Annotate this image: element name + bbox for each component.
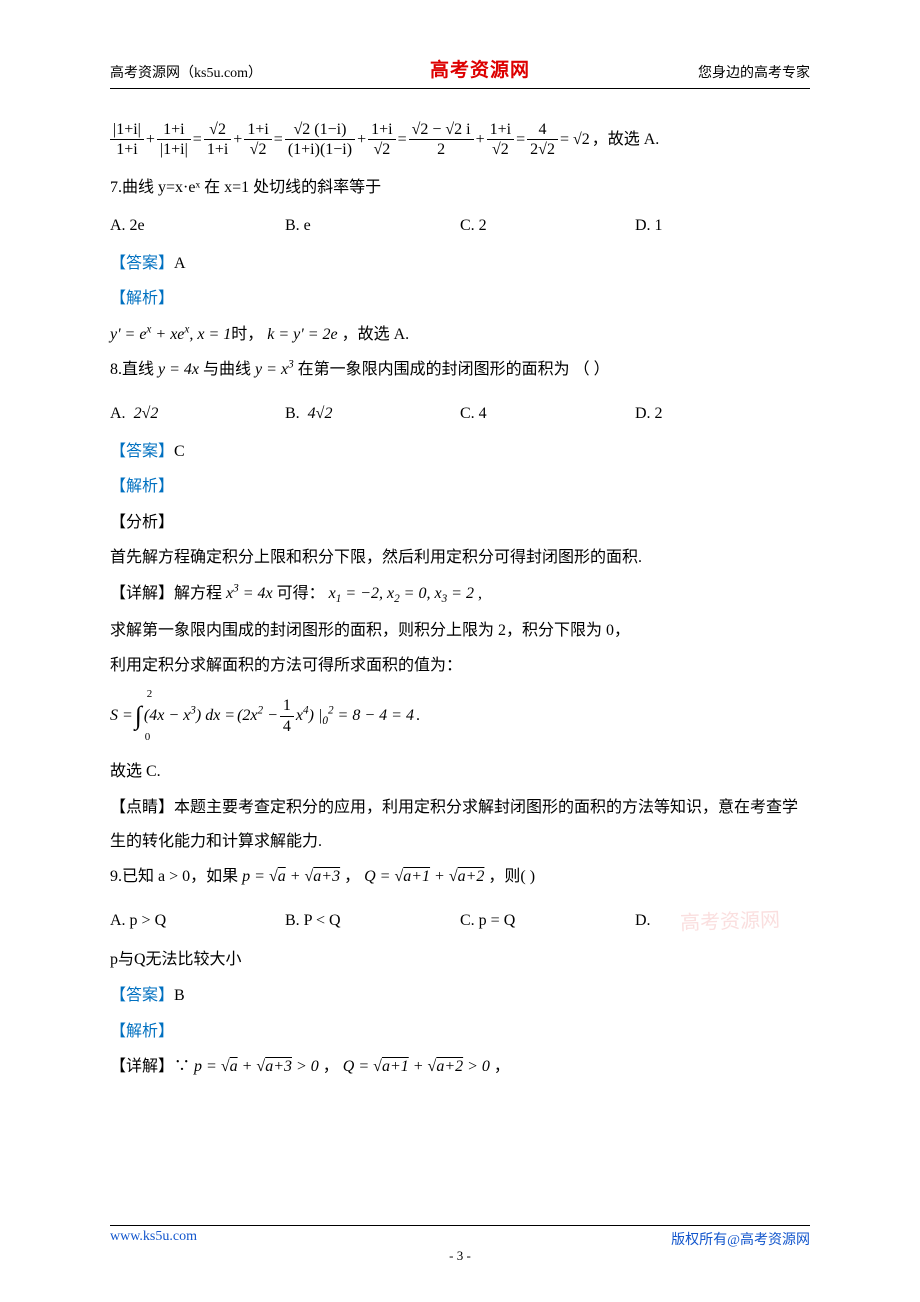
q9-option-d: D.: [635, 904, 810, 938]
q8-conclude: 故选 C.: [110, 755, 810, 789]
q9-stem-mid: ，: [344, 868, 364, 885]
q8-fx-text: 首先解方程确定积分上限和积分下限，然后利用定积分可得封闭图形的面积.: [110, 541, 810, 575]
analysis-label: 【解析】: [110, 478, 174, 495]
q8-d1-mid: 可得：: [273, 585, 329, 602]
q8-d1-post: ,: [474, 585, 482, 602]
q8-option-a: A. 2√2: [110, 397, 285, 431]
q8-ds: 【点睛】本题主要考查定积分的应用，利用定积分求解封闭图形的面积的方法等知识，意在…: [110, 791, 810, 858]
analysis-label: 【解析】: [110, 1023, 174, 1040]
q9-d-post: ，: [490, 1058, 510, 1075]
q7-work: y' = ex + xex, x = 1时， k = y' = 2e ，故选 A…: [110, 318, 810, 352]
q8-answer: 【答案】C: [110, 435, 810, 469]
q8-analysis-label: 【解析】: [110, 470, 810, 504]
q7-option-a: A. 2e: [110, 209, 285, 243]
q8-options: A. 2√2 B. 4√2 C. 4 D. 2: [110, 397, 810, 431]
q9-d-pre: ∵: [174, 1058, 194, 1075]
q7-answer-value: A: [174, 255, 186, 272]
header-left-text: 高考资源网（ks5u.com）: [110, 62, 262, 82]
q8-option-c: C. 4: [460, 397, 635, 431]
q8-stem-post: 在第一象限内围成的封闭图形的面积为 （ ）: [298, 361, 610, 378]
q7-stem: 7.曲线 y=x·eˣ 在 x=1 处切线的斜率等于: [110, 171, 810, 205]
q8-stem-pre: 8.直线: [110, 361, 158, 378]
q9-stem-pre: 9.已知 a > 0，如果: [110, 868, 242, 885]
q8-answer-value: C: [174, 443, 185, 460]
q8-stem: 8.直线 y = 4x 与曲线 y = x3 在第一象限内围成的封闭图形的面积为…: [110, 353, 810, 387]
q9-detail: 【详解】∵ p = √a + √a+3 > 0 ， Q = √a+1 + √a+…: [110, 1050, 810, 1084]
q8-option-d: D. 2: [635, 397, 810, 431]
header-right-text: 您身边的高考专家: [698, 62, 810, 82]
q9-stem: 9.已知 a > 0，如果 p = √a + √a+3 ， Q = √a+1 +…: [110, 860, 810, 894]
analysis-label: 【解析】: [110, 290, 174, 307]
page: 高考资源网（ks5u.com） 高考资源网 您身边的高考专家 |1+i|1+i …: [0, 0, 920, 1302]
detail-label: 【详解】: [110, 1058, 174, 1075]
q8-fx-label: 【分析】: [110, 506, 810, 540]
answer-label: 【答案】: [110, 255, 174, 272]
q6-tail: ，故选 A.: [592, 123, 660, 157]
q8-detail3: 利用定积分求解面积的方法可得所求面积的值为：: [110, 649, 810, 683]
footer-url: www.ks5u.com: [110, 1229, 197, 1249]
q7-option-b: B. e: [285, 209, 460, 243]
page-footer: www.ks5u.com 版权所有@高考资源网: [110, 1225, 810, 1249]
q9-stem-post: ，则( ): [488, 868, 535, 885]
footer-copyright: 版权所有@高考资源网: [671, 1229, 810, 1249]
q6-equation: |1+i|1+i + 1+i|1+i| = √21+i + 1+i√2 = √2…: [110, 120, 810, 159]
q8-d1-pre: 解方程: [174, 585, 226, 602]
q7-answer: 【答案】A: [110, 247, 810, 281]
answer-label: 【答案】: [110, 443, 174, 460]
q8-integral: S = ∫20 (4x − x3) dx = (2x2 − 14 x4) |02…: [110, 689, 810, 744]
q8-detail1: 【详解】解方程 x3 = 4x 可得： x1 = −2, x2 = 0, x3 …: [110, 577, 810, 612]
q8-stem-mid: 与曲线: [203, 361, 255, 378]
q9-options: A. p > Q B. P < Q C. p = Q D.: [110, 904, 810, 938]
q7-analysis-label: 【解析】: [110, 282, 810, 316]
q7-options: A. 2e B. e C. 2 D. 1: [110, 209, 810, 243]
document-body: |1+i|1+i + 1+i|1+i| = √21+i + 1+i√2 = √2…: [110, 89, 810, 1084]
detail-label: 【详解】: [110, 585, 174, 602]
q9-d-mid: ，: [319, 1058, 343, 1075]
header-center-logo: 高考资源网: [430, 55, 530, 82]
q9-analysis-label: 【解析】: [110, 1015, 810, 1049]
ds-label: 【点睛】: [110, 799, 174, 816]
q9-option-a: A. p > Q: [110, 904, 285, 938]
q9-option-c: C. p = Q: [460, 904, 635, 938]
q7-option-d: D. 1: [635, 209, 810, 243]
q7-option-c: C. 2: [460, 209, 635, 243]
page-number: - 3 -: [0, 1248, 920, 1264]
q9-option-d-cont: p与Q无法比较大小: [110, 943, 810, 977]
q8-option-b: B. 4√2: [285, 397, 460, 431]
q9-answer: 【答案】B: [110, 979, 810, 1013]
q8-ds-text: 本题主要考查定积分的应用，利用定积分求解封闭图形的面积的方法等知识，意在考查学生…: [110, 799, 798, 850]
q8-integral-tail: .: [416, 699, 420, 733]
page-header: 高考资源网（ks5u.com） 高考资源网 您身边的高考专家: [110, 55, 810, 89]
q9-answer-value: B: [174, 987, 185, 1004]
q8-detail2: 求解第一象限内围成的封闭图形的面积，则积分上限为 2，积分下限为 0，: [110, 614, 810, 648]
q9-option-b: B. P < Q: [285, 904, 460, 938]
answer-label: 【答案】: [110, 987, 174, 1004]
